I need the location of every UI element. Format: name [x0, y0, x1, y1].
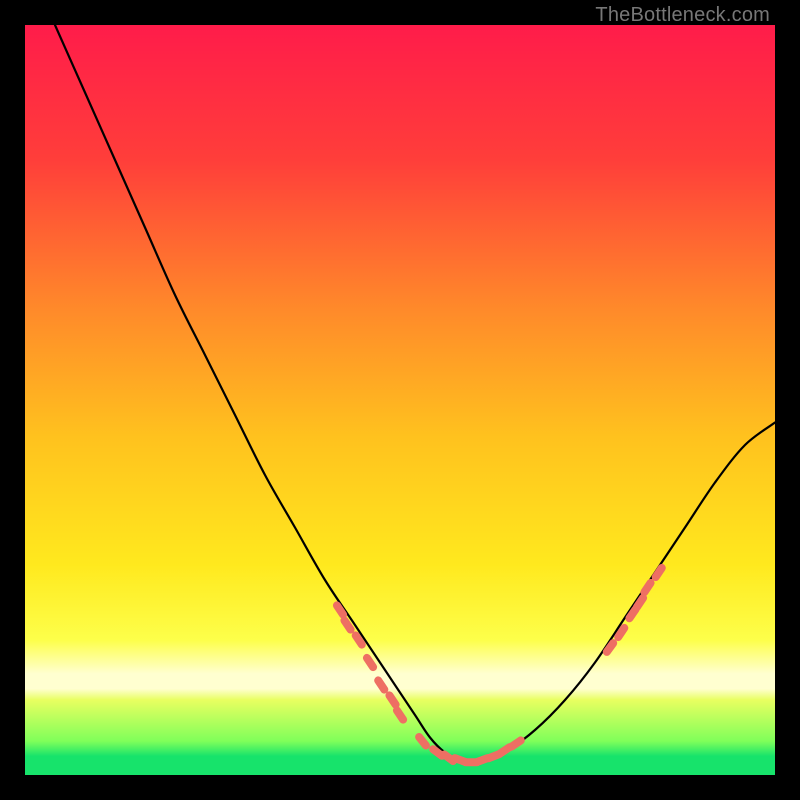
curve-marker [367, 658, 373, 667]
curve-marker [337, 605, 343, 614]
curve-marker [644, 583, 650, 592]
gradient-background [25, 25, 775, 775]
curve-marker [512, 740, 521, 746]
curve-marker [389, 695, 395, 704]
curve-marker [618, 628, 624, 637]
attribution-text: TheBottleneck.com [595, 4, 770, 27]
bottleneck-chart [25, 25, 775, 775]
chart-frame [25, 25, 775, 775]
curve-marker [397, 710, 403, 719]
curve-marker [629, 609, 635, 618]
curve-marker [656, 568, 662, 577]
curve-marker [419, 737, 426, 746]
curve-marker [344, 620, 350, 629]
curve-marker [637, 598, 643, 607]
curve-marker [607, 643, 613, 652]
curve-marker [356, 635, 362, 644]
curve-marker [378, 680, 384, 689]
